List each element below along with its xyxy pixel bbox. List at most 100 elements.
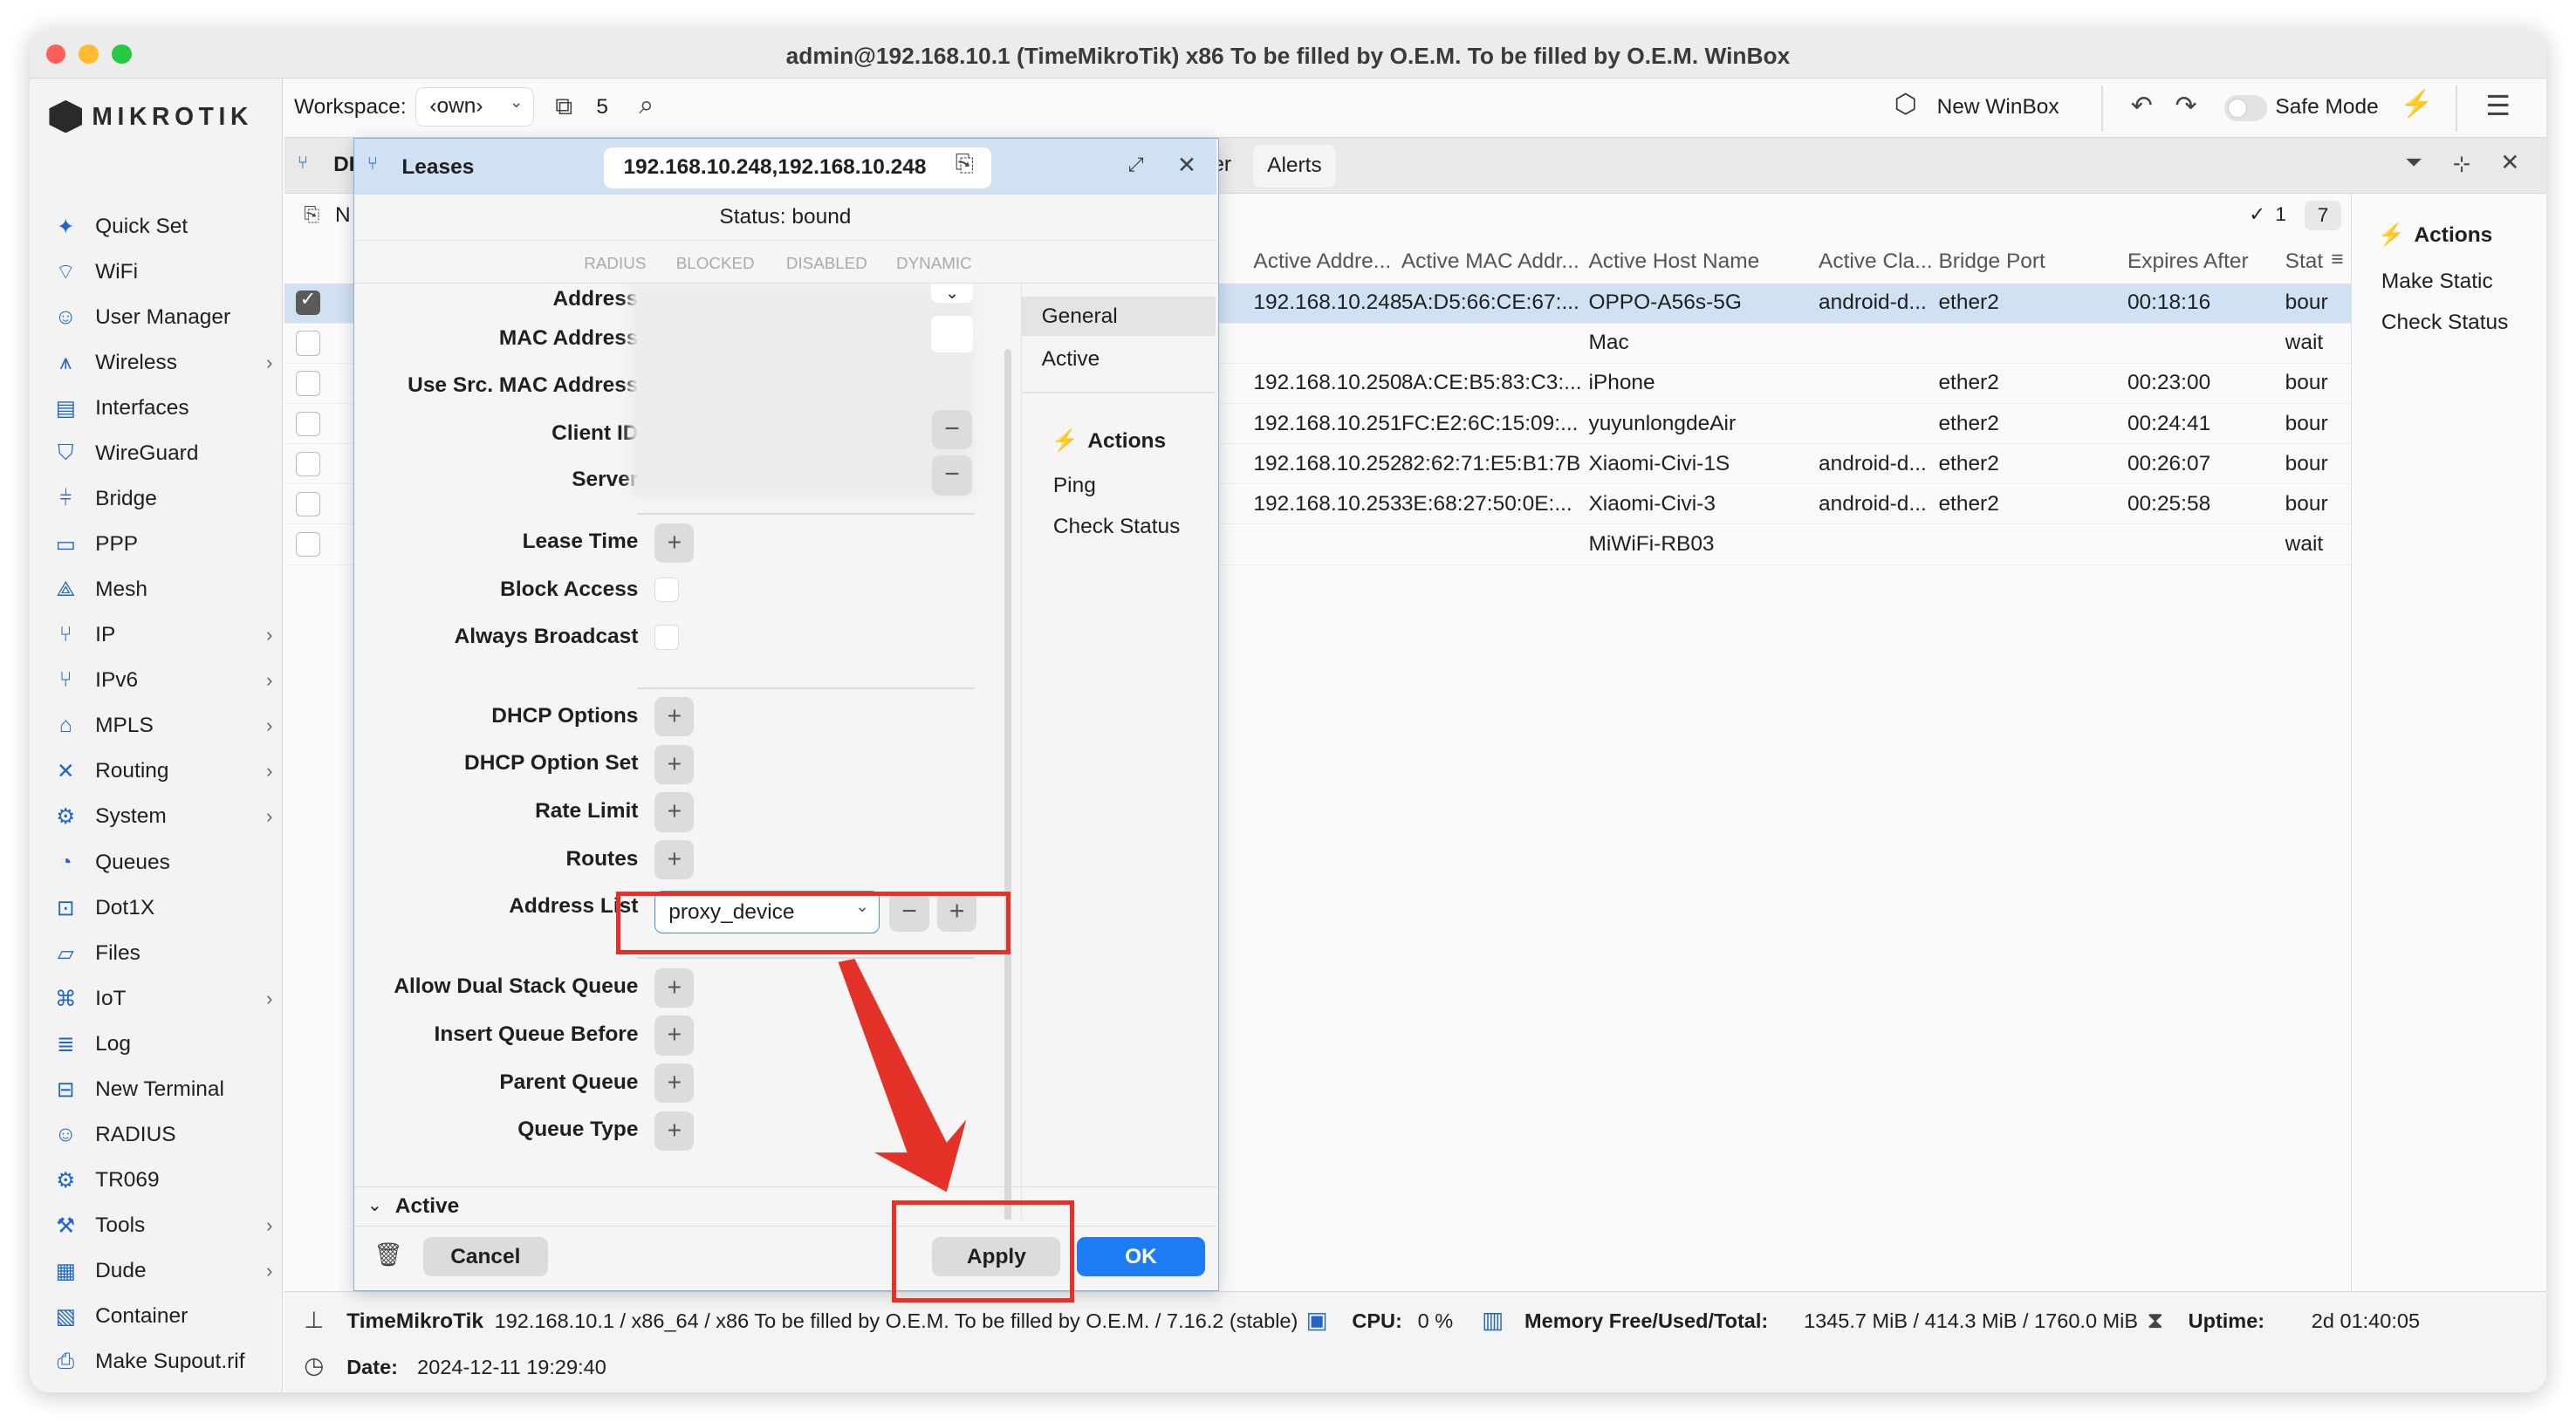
menu-icon[interactable]: ☰ bbox=[2485, 89, 2511, 122]
sidebar-item-files[interactable]: ▱ Files bbox=[49, 935, 272, 971]
col-expires-after[interactable]: Expires After bbox=[2127, 250, 2249, 274]
antenna-icon: ⩚ bbox=[59, 350, 72, 374]
sidebar-item-new-terminal[interactable]: ⊟ New Terminal bbox=[49, 1071, 272, 1107]
row-checkbox[interactable]: ✓ bbox=[295, 288, 321, 316]
new-winbox-button[interactable]: New WinBox bbox=[1937, 95, 2059, 120]
column-menu-icon[interactable]: ≡ bbox=[2331, 248, 2343, 272]
mac-field-end[interactable] bbox=[930, 316, 974, 352]
sidebar-item-dude[interactable]: ▦ Dude › bbox=[49, 1253, 273, 1289]
chevron-right-icon: › bbox=[265, 1213, 273, 1236]
row-checkbox[interactable] bbox=[295, 331, 321, 356]
add-button[interactable]: + bbox=[654, 523, 695, 563]
sidebar-item-log[interactable]: ≣ Log bbox=[49, 1026, 272, 1062]
checkbox[interactable] bbox=[654, 625, 680, 650]
add-button[interactable]: + bbox=[654, 1111, 695, 1151]
copy-icon[interactable]: ⎘ bbox=[956, 150, 974, 178]
client-id-remove[interactable]: − bbox=[932, 409, 972, 449]
sidebar-item-label: New Terminal bbox=[95, 1077, 224, 1101]
add-button[interactable]: + bbox=[654, 967, 695, 1008]
sidebar-item-label: IoT bbox=[95, 986, 127, 1010]
windows-icon[interactable]: ⧉ bbox=[555, 92, 572, 121]
workspace-select[interactable]: ‹own› ⌄ bbox=[415, 86, 534, 126]
sidebar-item-radius[interactable]: ☺ RADIUS bbox=[49, 1117, 272, 1152]
ping-action[interactable]: Ping bbox=[1053, 474, 1096, 498]
sidebar-item-bridge[interactable]: ⫩ Bridge bbox=[49, 481, 272, 516]
checkbox[interactable] bbox=[654, 577, 680, 602]
disconnect-icon[interactable]: ⚡ bbox=[2400, 89, 2433, 120]
row-checkbox[interactable] bbox=[295, 531, 321, 557]
sidebar-item-user-manager[interactable]: ☺ User Manager bbox=[49, 299, 272, 335]
filter-icon[interactable]: ⏷ bbox=[2405, 151, 2422, 175]
nav-general[interactable]: General bbox=[1022, 296, 1216, 336]
col-bridge-port[interactable]: Bridge Port bbox=[1938, 250, 2045, 274]
col-status[interactable]: Stat bbox=[2285, 250, 2324, 274]
uptime-label: Uptime: bbox=[2188, 1309, 2265, 1333]
add-button[interactable]: + bbox=[654, 1063, 695, 1104]
new-button[interactable]: N bbox=[335, 203, 351, 228]
row-checkbox[interactable] bbox=[295, 491, 321, 517]
dialog-check-status-action[interactable]: Check Status bbox=[1053, 515, 1181, 539]
sidebar-item-wifi[interactable]: ⌔ WiFi bbox=[49, 254, 272, 290]
sidebar-item-quick-set[interactable]: ✦ Quick Set bbox=[49, 209, 272, 244]
sidebar-item-mpls[interactable]: ⌂ MPLS › bbox=[49, 708, 273, 744]
sidebar-item-label: Routing bbox=[95, 759, 169, 783]
tab-alerts[interactable]: Alerts bbox=[1253, 144, 1336, 188]
field-label: DHCP Options bbox=[491, 703, 639, 728]
sidebar-item-iot[interactable]: ⌘ IoT › bbox=[49, 981, 272, 1016]
ok-button[interactable]: OK bbox=[1077, 1236, 1205, 1276]
sidebar-item-container[interactable]: ▧ Container bbox=[49, 1298, 272, 1334]
add-button[interactable]: + bbox=[654, 1015, 695, 1056]
sidebar-item-ipv6[interactable]: ⑂ IPv6 › bbox=[49, 663, 273, 699]
col-active-class[interactable]: Active Cla... bbox=[1819, 250, 1933, 274]
sidebar-item-make-supout-rif[interactable]: ⎙ Make Supout.rif bbox=[49, 1343, 272, 1379]
row-checkbox[interactable] bbox=[295, 451, 321, 476]
sidebar-item-routing[interactable]: ✕ Routing › bbox=[49, 754, 272, 790]
close-dialog-icon[interactable]: ✕ bbox=[1177, 152, 1196, 179]
new-winbox-icon[interactable]: ⬡ bbox=[1894, 89, 1917, 120]
search-icon[interactable]: ⌕ bbox=[639, 91, 654, 121]
leases-icon: ⑂ bbox=[367, 154, 379, 174]
undo-icon[interactable]: ↶ bbox=[2131, 91, 2153, 121]
new-icon[interactable]: ⎘ bbox=[304, 203, 319, 226]
active-section[interactable]: ⌄ Active bbox=[353, 1186, 1217, 1226]
sidebar-item-interfaces[interactable]: ▤ Interfaces bbox=[49, 390, 272, 426]
safe-mode-toggle[interactable] bbox=[2224, 95, 2267, 122]
make-static-action[interactable]: Make Static bbox=[2381, 270, 2493, 294]
check-status-action[interactable]: Check Status bbox=[2381, 311, 2509, 335]
sidebar-item-ppp[interactable]: ▭ PPP bbox=[49, 526, 272, 562]
address-dropdown-icon[interactable]: ⌄ bbox=[930, 283, 974, 304]
close-tab-icon[interactable]: ✕ bbox=[2500, 149, 2519, 176]
col-active-address[interactable]: Active Addre... bbox=[1253, 250, 1391, 274]
add-button[interactable]: + bbox=[654, 839, 695, 880]
redo-icon[interactable]: ↷ bbox=[2175, 91, 2197, 121]
row-checkbox[interactable] bbox=[295, 371, 321, 396]
add-button[interactable]: + bbox=[654, 744, 695, 784]
sidebar-item-ip[interactable]: ⑂ IP › bbox=[49, 618, 273, 653]
pin-icon[interactable]: ⊹ bbox=[2453, 151, 2471, 177]
col-active-mac[interactable]: Active MAC Addr... bbox=[1401, 250, 1579, 274]
col-active-host[interactable]: Active Host Name bbox=[1588, 250, 1759, 274]
sidebar-item-tr069[interactable]: ⚙ TR069 bbox=[49, 1162, 272, 1198]
sidebar-item-wireless[interactable]: ⩚ Wireless › bbox=[49, 345, 272, 380]
cell-status: bour bbox=[2285, 371, 2328, 395]
form-scrollbar[interactable] bbox=[1004, 349, 1011, 1220]
sidebar-item-wireguard[interactable]: ⛉ WireGuard bbox=[49, 435, 272, 471]
add-button[interactable]: + bbox=[654, 792, 695, 832]
cancel-button[interactable]: Cancel bbox=[422, 1236, 548, 1276]
row-checkbox[interactable] bbox=[295, 411, 321, 436]
sidebar-item-queues[interactable]: ◔ Queues bbox=[49, 844, 272, 880]
trash-icon[interactable]: 🗑 bbox=[373, 1241, 402, 1268]
dialog-address-field[interactable]: 192.168.10.248,192.168.10.248 bbox=[603, 147, 992, 188]
dialog-header: ⑂ Leases 192.168.10.248,192.168.10.248 ⎘… bbox=[353, 139, 1217, 195]
sidebar-item-dot1x[interactable]: ⊡ Dot1X bbox=[49, 890, 272, 926]
add-button[interactable]: + bbox=[654, 697, 695, 737]
server-remove[interactable]: − bbox=[932, 455, 972, 496]
cell-addr: 192.168.10.248 bbox=[1253, 291, 1402, 315]
expand-icon[interactable]: ⤢ bbox=[1127, 154, 1143, 176]
nav-active[interactable]: Active bbox=[1022, 339, 1216, 379]
sidebar-item-system[interactable]: ⚙ System › bbox=[49, 799, 272, 835]
cell-status: wait bbox=[2285, 331, 2324, 355]
sidebar-item-tools[interactable]: ⚒ Tools › bbox=[49, 1207, 272, 1243]
cell-mac: 5A:D5:66:CE:67:... bbox=[1401, 291, 1579, 315]
sidebar-item-mesh[interactable]: ⟁ Mesh bbox=[49, 572, 272, 608]
